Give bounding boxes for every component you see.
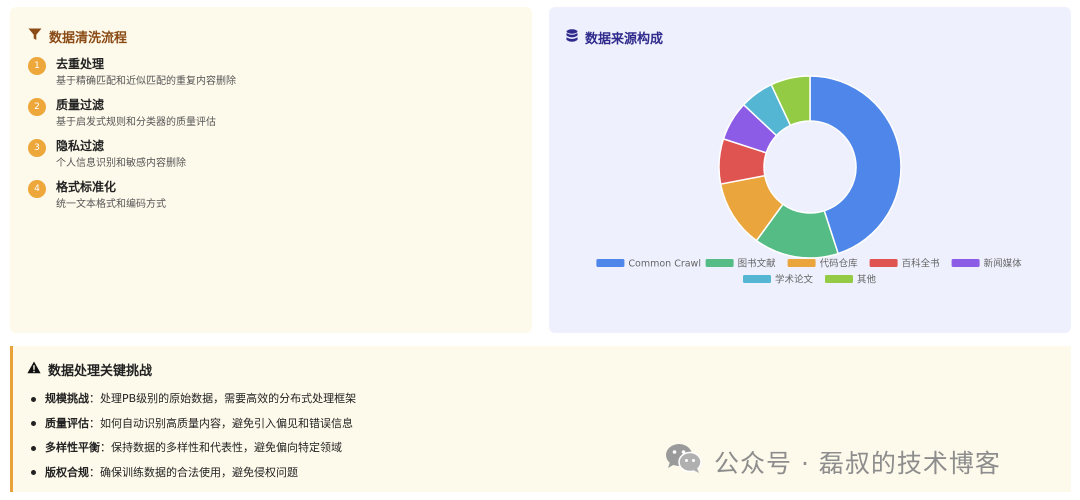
legend-item-0[interactable]: Common Crawl xyxy=(596,259,701,270)
legend-item-5[interactable]: 学术论文 xyxy=(743,274,814,286)
legend-swatch xyxy=(743,275,771,283)
data-source-donut-chart: Common Crawl 图书文献 代码仓库 百科全书 新闻媒体学术论文 其他 xyxy=(596,75,1023,286)
wechat-icon xyxy=(664,442,704,482)
step-description: 个人信息识别和敏感内容删除 xyxy=(56,158,186,169)
bullet-icon xyxy=(31,396,36,402)
step-description: 基于精确匹配和近似匹配的重复内容删除 xyxy=(56,76,236,87)
pipeline-step: 4 格式标准化 统一文本格式和编码方式 xyxy=(28,179,514,211)
legend-swatch xyxy=(705,259,734,267)
challenge-text: ：确保训练数据的合法使用，避免侵权问题 xyxy=(89,465,298,479)
challenge-label: 版权合规 xyxy=(45,465,89,479)
step-title: 去重处理 xyxy=(56,57,105,71)
challenge-label: 规模挑战 xyxy=(45,392,89,405)
legend-label: 百科全书 xyxy=(902,258,941,270)
legend-swatch xyxy=(596,259,625,267)
pipeline-title: 数据清洗流程 xyxy=(28,27,514,46)
legend-item-6[interactable]: 其他 xyxy=(825,274,877,286)
legend-label: 学术论文 xyxy=(775,274,814,286)
legend-item-1[interactable]: 图书文献 xyxy=(705,258,777,270)
data-sources-panel: 数据来源构成 Common Crawl 图书文献 代码仓库 百科全书 新闻媒体 学术论文其… xyxy=(549,7,1071,333)
pipeline-step: 1 去重处理 基于精确匹配和近似匹配的重复内容删除 xyxy=(28,56,514,88)
legend-item-2[interactable]: 代码仓库 xyxy=(787,258,859,270)
pipeline-step: 3 隐私过滤 个人信息识别和敏感内容删除 xyxy=(28,138,514,170)
step-title: 隐私过滤 xyxy=(56,139,105,153)
challenge-label: 多样性平衡 xyxy=(45,441,100,454)
step-number-badge: 4 xyxy=(28,180,46,198)
step-number-badge: 1 xyxy=(28,57,46,75)
challenges-title: 数据处理关键挑战 xyxy=(27,360,1057,379)
bullet-icon xyxy=(31,470,36,475)
legend-label: Common Crawl xyxy=(628,259,701,270)
challenge-text: ：保持数据的多样性和代表性，避免偏向特定领域 xyxy=(100,441,342,454)
challenge-text: ：处理PB级别的原始数据，需要高效的分布式处理框架 xyxy=(89,392,357,405)
list-item: 质量评估 ：如何自动识别高质量内容，避免引入偏见和错误信息 xyxy=(27,416,1057,432)
list-item: 规模挑战 ：处理PB级别的原始数据，需要高效的分布式处理框架 xyxy=(27,391,1057,407)
watermark-text: 公众号 · 磊叔的技术博客 xyxy=(714,449,1001,478)
bullet-icon xyxy=(31,445,36,451)
legend-swatch xyxy=(951,259,980,267)
step-title: 质量过滤 xyxy=(56,98,105,112)
step-number-badge: 2 xyxy=(28,98,46,116)
legend-label: 代码仓库 xyxy=(820,258,859,270)
legend-swatch xyxy=(787,259,816,267)
step-title: 格式标准化 xyxy=(56,180,117,194)
pipeline-steps: 1 去重处理 基于精确匹配和近似匹配的重复内容删除 2 质量过滤 基于启发式规则… xyxy=(28,56,514,211)
funnel-icon xyxy=(28,28,42,45)
pipeline-step: 2 质量过滤 基于启发式规则和分类器的质量评估 xyxy=(28,97,514,129)
cleaning-pipeline-panel: 数据清洗流程 1 去重处理 基于精确匹配和近似匹配的重复内容删除 2 质量过滤 … xyxy=(10,7,532,333)
step-description: 统一文本格式和编码方式 xyxy=(56,199,166,210)
challenge-text: ：如何自动识别高质量内容，避免引入偏见和错误信息 xyxy=(89,416,353,430)
legend-swatch xyxy=(825,275,853,283)
bullet-icon xyxy=(31,421,36,426)
legend-label: 图书文献 xyxy=(738,258,777,270)
legend-item-3[interactable]: 百科全书 xyxy=(869,258,941,270)
legend-swatch xyxy=(869,259,898,267)
watermark: 公众号 · 磊叔的技术博客 xyxy=(664,442,1001,482)
legend-label: 新闻媒体 xyxy=(984,258,1023,270)
challenge-label: 质量评估 xyxy=(45,416,89,430)
legend-item-4[interactable]: 新闻媒体 xyxy=(951,258,1023,270)
step-number-badge: 3 xyxy=(28,139,46,157)
warning-icon xyxy=(27,361,41,378)
legend-label: 其他 xyxy=(857,274,877,286)
step-description: 基于启发式规则和分类器的质量评估 xyxy=(56,117,216,128)
